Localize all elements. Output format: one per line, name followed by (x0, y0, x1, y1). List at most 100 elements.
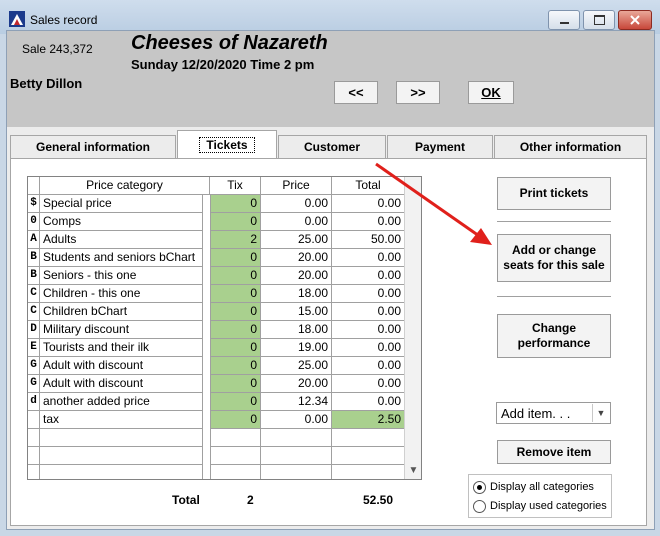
empty-table-row[interactable] (28, 447, 405, 465)
tix-cell[interactable] (210, 447, 261, 465)
table-row[interactable]: D Military discount 0 18.00 0.00 (28, 321, 405, 339)
category-code: A (28, 231, 40, 249)
tix-cell[interactable]: 0 (210, 303, 261, 321)
tab-tickets[interactable]: Tickets (177, 130, 277, 159)
total-cell: 0.00 (332, 285, 405, 303)
table-row[interactable]: $ Special price 0 0.00 0.00 (28, 195, 405, 213)
tab-customer[interactable]: Customer (278, 135, 386, 158)
tix-cell[interactable] (210, 429, 261, 447)
category-code: C (28, 303, 40, 321)
display-used-option[interactable]: Display used categories (473, 498, 607, 514)
category-code: d (28, 393, 40, 411)
tix-cell[interactable]: 0 (210, 249, 261, 267)
category-name: Children - this one (40, 285, 203, 303)
tix-cell[interactable]: 0 (210, 375, 261, 393)
remove-item-button[interactable]: Remove item (497, 440, 611, 464)
total-cell (332, 447, 405, 465)
empty-table-row[interactable] (28, 465, 405, 479)
tab-payment[interactable]: Payment (387, 135, 493, 158)
tix-cell[interactable]: 2 (210, 231, 261, 249)
price-cell: 0.00 (261, 213, 332, 231)
category-name: Special price (40, 195, 203, 213)
category-code: B (28, 249, 40, 267)
category-name: Children bChart (40, 303, 203, 321)
display-all-option[interactable]: Display all categories (473, 479, 594, 495)
total-amount: 52.50 (363, 493, 394, 507)
radio-unselected-icon[interactable] (473, 499, 486, 513)
tix-header: Tix (210, 177, 261, 195)
price-cell: 18.00 (261, 285, 332, 303)
category-code (28, 447, 40, 465)
category-code: C (28, 285, 40, 303)
total-cell: 0.00 (332, 267, 405, 285)
table-row[interactable]: 0 Comps 0 0.00 0.00 (28, 213, 405, 231)
table-row[interactable]: A Adults 2 25.00 50.00 (28, 231, 405, 249)
tab-general-information[interactable]: General information (10, 135, 176, 158)
print-tickets-button[interactable]: Print tickets (497, 177, 611, 210)
category-code (28, 429, 40, 447)
total-cell: 0.00 (332, 357, 405, 375)
tix-cell[interactable]: 0 (210, 195, 261, 213)
category-code: D (28, 321, 40, 339)
total-cell (332, 429, 405, 447)
tix-cell[interactable]: 0 (210, 411, 261, 429)
table-row[interactable]: G Adult with discount 0 25.00 0.00 (28, 357, 405, 375)
category-code (28, 465, 40, 479)
category-name: Military discount (40, 321, 203, 339)
chevron-down-icon: ▼ (592, 404, 609, 422)
add-change-seats-button[interactable]: Add or change seats for this sale (497, 234, 611, 282)
price-cell: 25.00 (261, 357, 332, 375)
total-cell: 0.00 (332, 321, 405, 339)
add-item-dropdown[interactable]: Add item. . . ▼ (496, 402, 611, 424)
empty-table-row[interactable] (28, 429, 405, 447)
tix-cell[interactable]: 0 (210, 339, 261, 357)
show-date: Sunday 12/20/2020 Time 2 pm (131, 57, 315, 72)
category-name: Students and seniors bChart (40, 249, 203, 267)
category-name: another added price (40, 393, 203, 411)
app-icon (9, 11, 25, 27)
table-row[interactable]: B Students and seniors bChart 0 20.00 0.00 (28, 249, 405, 267)
total-label: Total (172, 493, 200, 507)
divider (497, 296, 611, 297)
close-button[interactable] (618, 10, 652, 30)
category-code: $ (28, 195, 40, 213)
grid-gutter (203, 195, 211, 479)
tix-cell[interactable]: 0 (210, 393, 261, 411)
previous-button[interactable]: << (334, 81, 378, 104)
ok-button[interactable]: OK (468, 81, 514, 104)
table-row[interactable]: d another added price 0 12.34 0.00 (28, 393, 405, 411)
table-row[interactable]: B Seniors - this one 0 20.00 0.00 (28, 267, 405, 285)
tix-cell[interactable]: 0 (210, 267, 261, 285)
tix-cell[interactable]: 0 (210, 321, 261, 339)
tix-cell[interactable]: 0 (210, 213, 261, 231)
category-name: Adult with discount (40, 375, 203, 393)
minimize-button[interactable] (548, 10, 580, 30)
tix-cell[interactable]: 0 (210, 357, 261, 375)
table-row[interactable]: E Tourists and their ilk 0 19.00 0.00 (28, 339, 405, 357)
display-used-label: Display used categories (490, 500, 607, 512)
maximize-button[interactable] (583, 10, 615, 30)
category-code: G (28, 357, 40, 375)
price-cell: 12.34 (261, 393, 332, 411)
table-row[interactable]: tax 0 0.00 2.50 (28, 411, 405, 429)
total-cell: 0.00 (332, 339, 405, 357)
tix-cell[interactable] (210, 465, 261, 479)
table-row[interactable]: C Children - this one 0 18.00 0.00 (28, 285, 405, 303)
change-performance-button[interactable]: Change performance (497, 314, 611, 358)
table-row[interactable]: C Children bChart 0 15.00 0.00 (28, 303, 405, 321)
radio-selected-icon[interactable] (473, 480, 486, 494)
sale-number: Sale 243,372 (22, 42, 93, 56)
price-cell (261, 429, 332, 447)
next-button[interactable]: >> (396, 81, 440, 104)
window-title: Sales record (30, 13, 98, 27)
price-cell: 20.00 (261, 375, 332, 393)
tab-other-information[interactable]: Other information (494, 135, 647, 158)
scroll-down-icon[interactable]: ▼ (405, 462, 421, 479)
tix-cell[interactable]: 0 (210, 285, 261, 303)
category-code: E (28, 339, 40, 357)
close-icon (630, 15, 640, 25)
tab-tickets-label: Tickets (199, 137, 255, 153)
category-code: B (28, 267, 40, 285)
table-row[interactable]: G Adult with discount 0 20.00 0.00 (28, 375, 405, 393)
category-name (40, 465, 203, 479)
